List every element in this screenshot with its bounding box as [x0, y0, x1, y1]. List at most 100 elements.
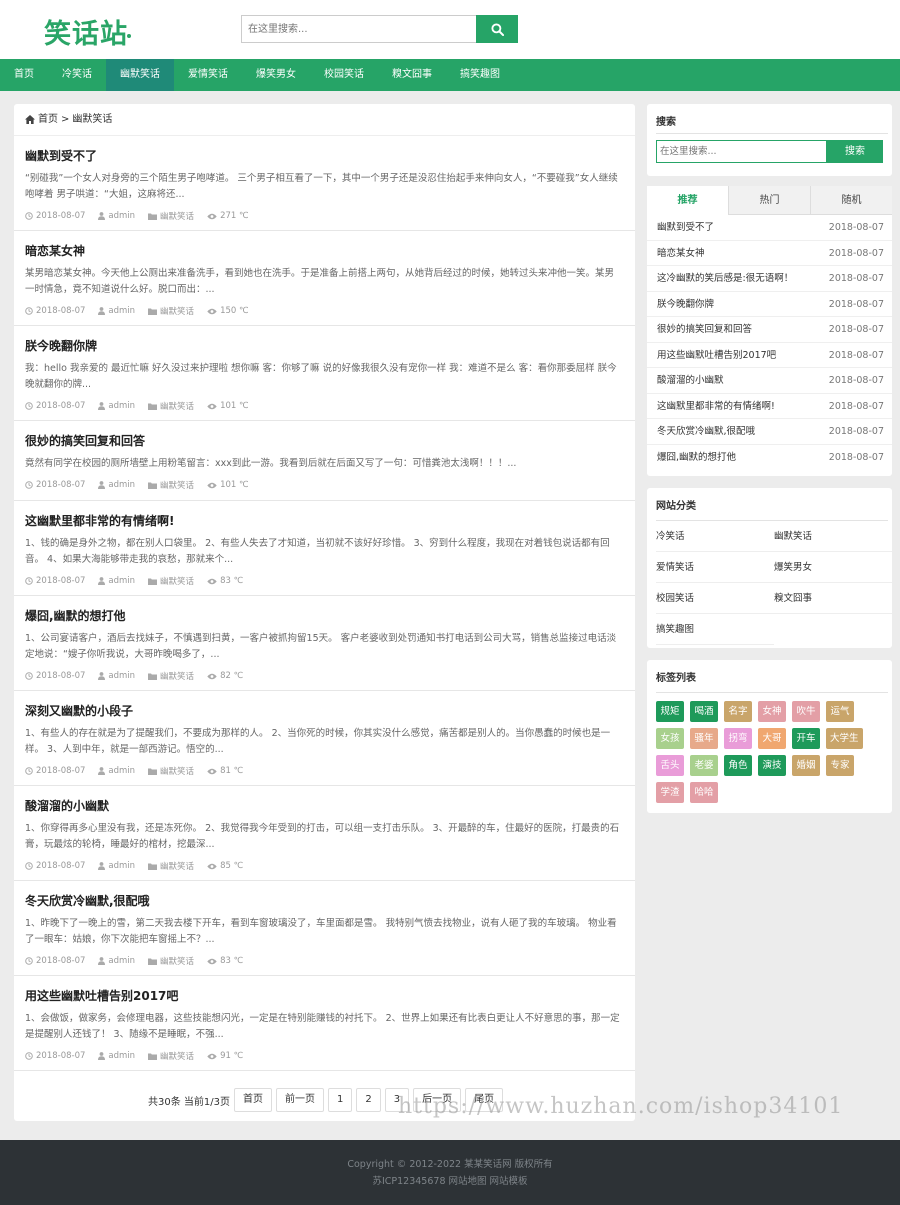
article-author-text[interactable]: admin [108, 671, 135, 681]
tag-link[interactable]: 拐弯 [724, 728, 752, 749]
nav-item-cold-jokes[interactable]: 冷笑话 [48, 59, 106, 91]
tag-link[interactable]: 演技 [758, 755, 786, 776]
ranking-item[interactable]: 用这些幽默吐槽告别2017吧 2018-08-07 [647, 343, 892, 368]
ranking-item-title[interactable]: 幽默到受不了 [657, 215, 714, 240]
article-category-text[interactable]: 幽默笑话 [160, 575, 194, 587]
article-category-text[interactable]: 幽默笑话 [160, 860, 194, 872]
tag-link[interactable]: 女孩 [656, 728, 684, 749]
tag-link[interactable]: 开车 [792, 728, 820, 749]
tag-link[interactable]: 角色 [724, 755, 752, 776]
tag-link[interactable]: 女神 [758, 701, 786, 722]
article-title[interactable]: 幽默到受不了 [25, 148, 623, 164]
nav-item-funny-couples[interactable]: 爆笑男女 [242, 59, 310, 91]
ranking-item[interactable]: 爆囧,幽默的想打他 2018-08-07 [647, 445, 892, 471]
article-title[interactable]: 爆囧,幽默的想打他 [25, 608, 623, 624]
tag-link[interactable]: 大学生 [826, 728, 863, 749]
page-first-button[interactable]: 首页 [234, 1088, 272, 1112]
ranking-item[interactable]: 这幽默里都非常的有情绪啊! 2018-08-07 [647, 394, 892, 419]
header-search-button[interactable] [476, 15, 518, 43]
ranking-item-title[interactable]: 冬天欣赏冷幽默,很配哦 [657, 419, 755, 444]
page-2-button[interactable]: 2 [356, 1088, 381, 1112]
ranking-item-title[interactable]: 用这些幽默吐槽告别2017吧 [657, 343, 776, 368]
article-author-text[interactable]: admin [108, 1051, 135, 1061]
ranking-item-title[interactable]: 暗恋某女神 [657, 241, 705, 266]
category-link[interactable]: 冷笑话 [656, 521, 774, 552]
page-prev-button[interactable]: 前一页 [276, 1088, 324, 1112]
ranking-item-title[interactable]: 这幽默里都非常的有情绪啊! [657, 394, 775, 419]
article-category-text[interactable]: 幽默笑话 [160, 670, 194, 682]
footer-links[interactable]: 苏ICP12345678 网站地图 网站模板 [0, 1173, 900, 1190]
ranking-item-title[interactable]: 很妙的搞笑回复和回答 [657, 317, 752, 342]
article-category-text[interactable]: 幽默笑话 [160, 210, 194, 222]
sidebar-search-button[interactable]: 搜索 [827, 140, 883, 163]
article-category-text[interactable]: 幽默笑话 [160, 479, 194, 491]
category-link[interactable]: 幽默笑话 [774, 521, 892, 552]
category-link[interactable]: 爱情笑话 [656, 552, 774, 583]
tag-link[interactable]: 哈哈 [690, 782, 718, 803]
article-author-text[interactable]: admin [108, 861, 135, 871]
category-link[interactable]: 爆笑男女 [774, 552, 892, 583]
ranking-item[interactable]: 这冷幽默的笑后感是:很无语啊！ 2018-08-07 [647, 266, 892, 292]
nav-item-love-jokes[interactable]: 爱情笑话 [174, 59, 242, 91]
ranking-item[interactable]: 幽默到受不了 2018-08-07 [647, 215, 892, 241]
ranking-item[interactable]: 朕今晚翻你牌 2018-08-07 [647, 292, 892, 317]
ranking-item[interactable]: 很妙的搞笑回复和回答 2018-08-07 [647, 317, 892, 343]
category-link[interactable]: 搞笑趣图 [656, 614, 774, 645]
sidebar-search-title: 搜索 [656, 117, 676, 128]
article-title[interactable]: 用这些幽默吐槽告别2017吧 [25, 988, 623, 1004]
ranking-item-title[interactable]: 朕今晚翻你牌 [657, 292, 714, 317]
tag-link[interactable]: 骚年 [690, 728, 718, 749]
article-author-text[interactable]: admin [108, 576, 135, 586]
tab-recommended[interactable]: 推荐 [647, 186, 728, 215]
article-category-text[interactable]: 幽默笑话 [160, 400, 194, 412]
sidebar-search-input[interactable] [656, 140, 827, 163]
site-logo[interactable]: 笑话站 [44, 12, 128, 51]
article-category-text[interactable]: 幽默笑话 [160, 305, 194, 317]
breadcrumb-home[interactable]: 首页 [38, 104, 58, 136]
tag-link[interactable]: 名字 [724, 701, 752, 722]
article-author-text[interactable]: admin [108, 766, 135, 776]
article-title[interactable]: 暗恋某女神 [25, 243, 623, 259]
nav-item-campus-jokes[interactable]: 校园笑话 [310, 59, 378, 91]
tag-link[interactable]: 规矩 [656, 701, 684, 722]
ranking-item[interactable]: 冬天欣赏冷幽默,很配哦 2018-08-07 [647, 419, 892, 445]
article-author-text[interactable]: admin [108, 306, 135, 316]
article-title[interactable]: 很妙的搞笑回复和回答 [25, 433, 623, 449]
ranking-item-title[interactable]: 这冷幽默的笑后感是:很无语啊！ [657, 266, 793, 291]
article-author-text[interactable]: admin [108, 211, 135, 221]
article-category-text[interactable]: 幽默笑话 [160, 765, 194, 777]
page-1-button[interactable]: 1 [328, 1088, 353, 1112]
article-author-text[interactable]: admin [108, 956, 135, 966]
article-author-text[interactable]: admin [108, 401, 135, 411]
article-title[interactable]: 朕今晚翻你牌 [25, 338, 623, 354]
nav-item-humor-jokes[interactable]: 幽默笑话 [106, 59, 174, 91]
header-search-input[interactable] [241, 15, 476, 43]
tag-link[interactable]: 吹牛 [792, 701, 820, 722]
article-title[interactable]: 酸溜溜的小幽默 [25, 798, 623, 814]
tag-link[interactable]: 专家 [826, 755, 854, 776]
tag-link[interactable]: 学渣 [656, 782, 684, 803]
article-category-text[interactable]: 幽默笑话 [160, 955, 194, 967]
article-title[interactable]: 冬天欣赏冷幽默,很配哦 [25, 893, 623, 909]
article-title[interactable]: 这幽默里都非常的有情绪啊! [25, 513, 623, 529]
nav-item-home[interactable]: 首页 [0, 59, 48, 91]
tag-link[interactable]: 舌头 [656, 755, 684, 776]
tag-link[interactable]: 喝酒 [690, 701, 718, 722]
tab-popular[interactable]: 热门 [728, 186, 810, 215]
category-link[interactable]: 校园笑话 [656, 583, 774, 614]
nav-item-funny-pictures[interactable]: 搞笑趣图 [446, 59, 514, 91]
ranking-item[interactable]: 酸溜溜的小幽默 2018-08-07 [647, 368, 892, 394]
tag-link[interactable]: 运气 [826, 701, 854, 722]
article-author-text[interactable]: admin [108, 480, 135, 490]
article-category-text[interactable]: 幽默笑话 [160, 1050, 194, 1062]
tag-link[interactable]: 老婆 [690, 755, 718, 776]
ranking-item[interactable]: 暗恋某女神 2018-08-07 [647, 241, 892, 266]
ranking-item-title[interactable]: 爆囧,幽默的想打他 [657, 445, 736, 471]
tab-random[interactable]: 随机 [810, 186, 892, 215]
ranking-item-title[interactable]: 酸溜溜的小幽默 [657, 368, 724, 393]
nav-item-embarrassing-stories[interactable]: 糗文囧事 [378, 59, 446, 91]
tag-link[interactable]: 大哥 [758, 728, 786, 749]
category-link[interactable]: 糗文囧事 [774, 583, 892, 614]
tag-link[interactable]: 婚姻 [792, 755, 820, 776]
article-title[interactable]: 深刻又幽默的小段子 [25, 703, 623, 719]
